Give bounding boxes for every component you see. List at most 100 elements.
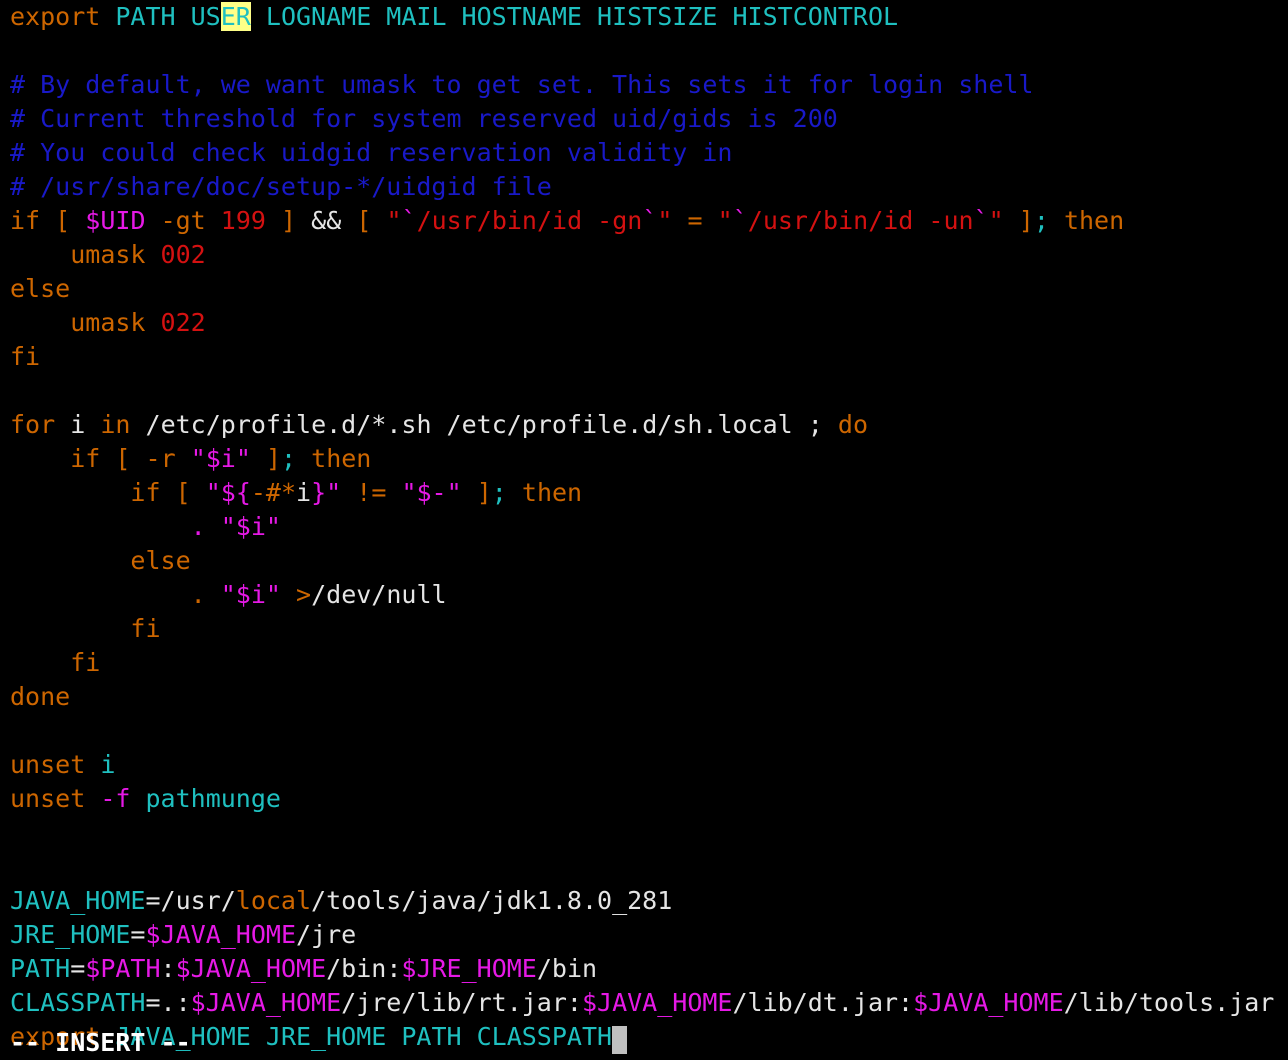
code-line[interactable]: if [ $UID -gt 199 ] && [ "`/usr/bin/id -… [0, 204, 1288, 238]
code-line[interactable]: # You could check uidgid reservation val… [0, 136, 1288, 170]
code-token: ] [1018, 206, 1034, 235]
code-line[interactable]: else [0, 272, 1288, 306]
code-token: /jre [296, 920, 357, 949]
code-token: umask [70, 308, 146, 337]
vim-text-buffer[interactable]: export PATH USER LOGNAME MAIL HOSTNAME H… [0, 0, 1288, 1054]
code-token: ; [281, 444, 297, 473]
code-token: /dev/null [311, 580, 447, 609]
code-line[interactable]: export PATH USER LOGNAME MAIL HOSTNAME H… [0, 0, 1288, 34]
code-line[interactable] [0, 34, 1288, 68]
code-token: ] [281, 206, 297, 235]
code-token: -r [145, 444, 176, 473]
terminal-window[interactable]: export PATH USER LOGNAME MAIL HOSTNAME H… [0, 0, 1288, 1058]
code-token: /usr/bin/id -gn [416, 206, 643, 235]
code-token: }" [311, 478, 342, 507]
code-line[interactable]: CLASSPATH=.:$JAVA_HOME/jre/lib/rt.jar:$J… [0, 986, 1288, 1020]
code-token: [ [356, 206, 372, 235]
code-token: fi [10, 342, 41, 371]
code-token: /usr/bin/id -un [747, 206, 974, 235]
code-line[interactable]: umask 022 [0, 306, 1288, 340]
code-token: /lib/dt.jar: [732, 988, 914, 1017]
code-line[interactable]: done [0, 680, 1288, 714]
code-token: $JAVA_HOME [145, 920, 296, 949]
code-token: i [296, 478, 312, 507]
vim-status-line: -- INSERT -- [10, 1028, 191, 1057]
code-token: " [386, 206, 402, 235]
code-line[interactable]: # By default, we want umask to get set. … [0, 68, 1288, 102]
code-token: $JAVA_HOME [581, 988, 733, 1017]
code-token: $JAVA_HOME [175, 954, 327, 983]
code-token: then [311, 444, 372, 473]
code-line[interactable]: PATH=$PATH:$JAVA_HOME/bin:$JRE_HOME/bin [0, 952, 1288, 986]
code-token: 002 [160, 240, 206, 269]
code-token: PATH US [115, 2, 221, 31]
code-line[interactable] [0, 816, 1288, 850]
code-token: if [130, 478, 161, 507]
code-token: " [657, 206, 673, 235]
code-token: for [10, 410, 56, 439]
code-line[interactable]: fi [0, 646, 1288, 680]
code-line[interactable]: . "$i" >/dev/null [0, 578, 1288, 612]
code-line[interactable]: if [ "${-#*i}" != "$-" ]; then [0, 476, 1288, 510]
code-line[interactable]: # Current threshold for system reserved … [0, 102, 1288, 136]
code-line[interactable]: umask 002 [0, 238, 1288, 272]
code-token: then [521, 478, 583, 507]
code-token: 022 [160, 308, 206, 337]
code-line[interactable]: fi [0, 340, 1288, 374]
code-token: # Current threshold for system reserved … [10, 104, 838, 133]
code-line[interactable]: if [ -r "$i" ]; then [0, 442, 1288, 476]
code-token: CLASSPATH [10, 988, 146, 1017]
code-token: = [687, 206, 703, 235]
code-line[interactable]: unset -f pathmunge [0, 782, 1288, 816]
search-match: ER [220, 2, 251, 31]
code-line[interactable] [0, 850, 1288, 884]
code-token: # By default, we want umask to get set. … [10, 70, 1034, 99]
code-token: . [190, 512, 206, 541]
code-token: > [296, 580, 312, 609]
code-token: /bin: [326, 954, 402, 983]
code-token: "$-" [401, 478, 462, 507]
code-token: local [235, 886, 312, 915]
code-line[interactable]: fi [0, 612, 1288, 646]
code-token: = [130, 920, 146, 949]
code-token: ` [401, 206, 417, 235]
code-line[interactable]: JRE_HOME=$JAVA_HOME/jre [0, 918, 1288, 952]
code-line[interactable]: # /usr/share/doc/setup-*/uidgid file [0, 170, 1288, 204]
code-line[interactable]: unset i [0, 748, 1288, 782]
code-token: != [356, 478, 387, 507]
code-line[interactable]: else [0, 544, 1288, 578]
code-token: /bin [536, 954, 598, 983]
code-line[interactable]: for i in /etc/profile.d/*.sh /etc/profil… [0, 408, 1288, 442]
code-token: ] [476, 478, 492, 507]
code-line[interactable] [0, 714, 1288, 748]
code-token: $JAVA_HOME [190, 988, 342, 1017]
code-line[interactable] [0, 374, 1288, 408]
code-token: fi [130, 614, 161, 643]
code-token: =/usr/ [145, 886, 236, 915]
code-line[interactable]: JAVA_HOME=/usr/local/tools/java/jdk1.8.0… [0, 884, 1288, 918]
code-token: $JAVA_HOME [913, 988, 1064, 1017]
code-line[interactable]: . "$i" [0, 510, 1288, 544]
